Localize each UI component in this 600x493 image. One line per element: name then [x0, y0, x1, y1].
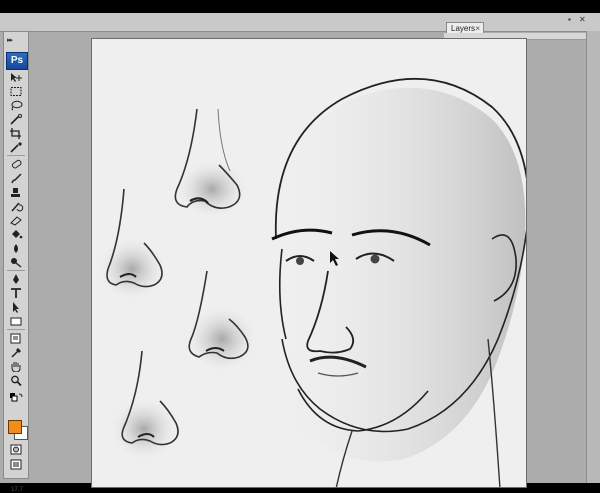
photoshop-window: ▸▸ Ps 17.7 Layers × ▪ ✕: [0, 13, 600, 493]
marquee-tool-icon[interactable]: [8, 86, 24, 97]
crop-tool-icon[interactable]: [8, 128, 24, 139]
dodge-tool-icon[interactable]: [8, 257, 24, 268]
shape-tool-icon[interactable]: [8, 316, 24, 327]
zoom-readout: 17.7: [11, 487, 23, 493]
photoshop-logo: Ps: [6, 52, 28, 70]
pen-tool-icon[interactable]: [8, 274, 24, 285]
history-brush-tool-icon[interactable]: [8, 201, 24, 212]
path-select-tool-icon[interactable]: [8, 302, 24, 313]
application-bar: [0, 13, 600, 32]
nose-sketch: [188, 270, 256, 371]
nose-sketch: [100, 188, 164, 299]
foreground-color-swatch[interactable]: [8, 420, 22, 434]
toolbar-divider: [7, 155, 25, 156]
brush-tool-icon[interactable]: [8, 173, 24, 184]
move-tool-icon[interactable]: [8, 72, 24, 83]
hand-tool-icon[interactable]: [8, 361, 24, 372]
document-canvas[interactable]: [91, 38, 527, 488]
head-sketch: [271, 78, 526, 487]
clone-stamp-tool-icon[interactable]: [8, 187, 24, 198]
quick-mask-icon[interactable]: [8, 444, 24, 455]
toolbar-divider: [7, 329, 25, 330]
screen-mode-icon[interactable]: [8, 459, 24, 470]
eyedropper-3d-tool-icon[interactable]: [8, 347, 24, 358]
collapse-toolbar-button[interactable]: ▸▸: [7, 36, 13, 44]
quick-select-tool-icon[interactable]: [8, 114, 24, 125]
eyedropper-tool-icon[interactable]: [8, 142, 24, 153]
type-tool-icon[interactable]: [8, 288, 24, 299]
minimize-panel-icon[interactable]: ▪: [568, 15, 571, 24]
panel-dock: [586, 31, 600, 483]
toolbar-divider: [7, 270, 25, 271]
nose-sketch: [112, 350, 179, 459]
blur-tool-icon[interactable]: [8, 243, 24, 254]
paint-bucket-tool-icon[interactable]: [8, 229, 24, 240]
tools-panel: ▸▸ Ps 17.7: [3, 31, 29, 493]
close-panel-icon[interactable]: ✕: [579, 15, 586, 24]
spot-heal-tool-icon[interactable]: [8, 159, 24, 170]
nose-sketch: [174, 108, 246, 217]
default-colors-icon[interactable]: [8, 392, 24, 402]
lasso-tool-icon[interactable]: [8, 100, 24, 111]
zoom-tool-icon[interactable]: [8, 375, 24, 386]
eraser-tool-icon[interactable]: [8, 215, 24, 226]
pencil-sketch-artwork: [100, 78, 526, 487]
notes-tool-icon[interactable]: [8, 333, 24, 344]
layers-tab-label: Layers: [451, 24, 476, 33]
